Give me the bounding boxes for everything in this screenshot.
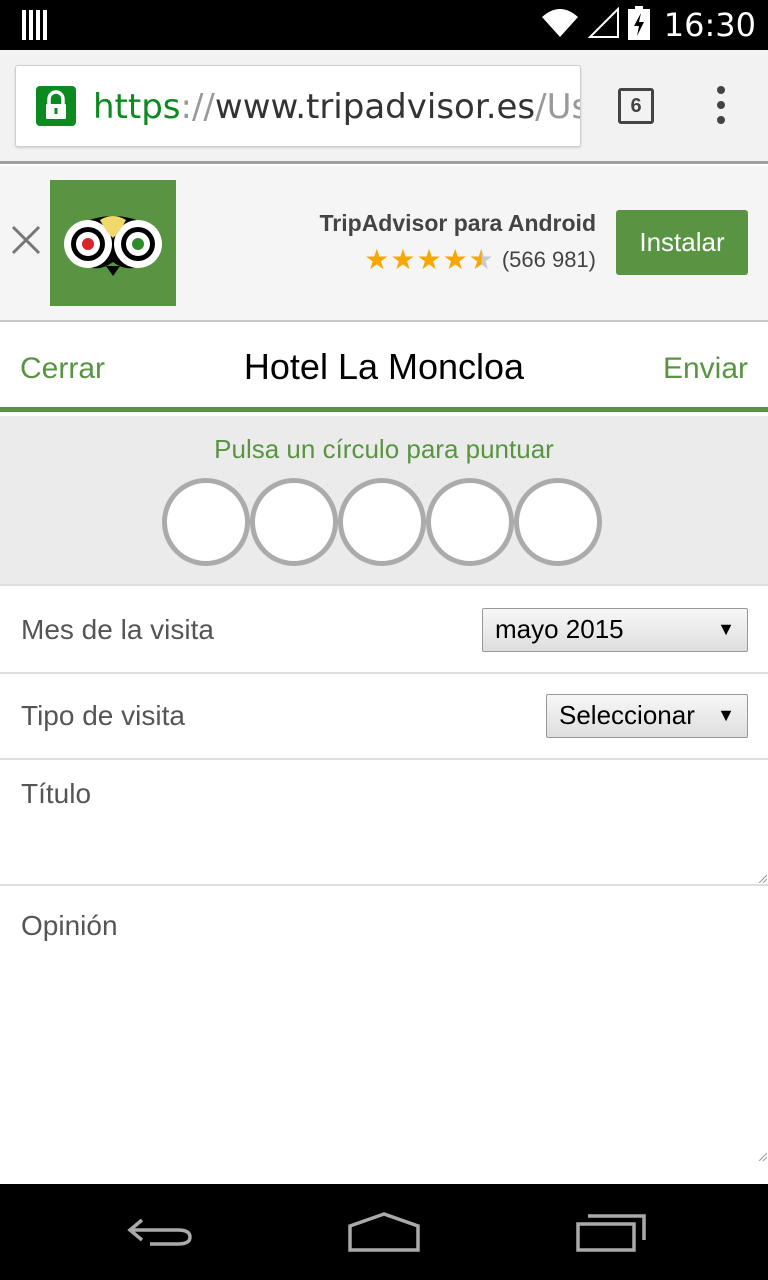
resize-handle-icon[interactable] (757, 873, 767, 883)
review-title-placeholder: Título (21, 778, 92, 809)
rating-bubble-1[interactable] (162, 478, 250, 566)
visit-type-value: Seleccionar (559, 700, 695, 730)
star-icon: ★ (416, 244, 442, 275)
app-install-banner: TripAdvisor para Android ★ ★ ★ ★ ★ (566 … (0, 166, 768, 322)
install-button[interactable]: Instalar (616, 210, 748, 275)
rating-bubble-5[interactable] (514, 478, 602, 566)
lock-icon (36, 86, 76, 126)
clock: 16:30 (663, 6, 756, 44)
send-button[interactable]: Enviar (663, 322, 748, 412)
review-body-placeholder: Opinión (21, 910, 118, 941)
url-text: https://www.tripadvisor.es/Use (93, 66, 580, 146)
overflow-menu-icon[interactable] (714, 86, 728, 128)
wifi-icon (540, 7, 580, 44)
star-icon: ★ (364, 244, 390, 275)
back-icon[interactable] (120, 1204, 200, 1260)
visit-month-value: mayo 2015 (495, 614, 624, 644)
home-icon[interactable] (344, 1204, 424, 1260)
url-scheme: https (93, 87, 181, 127)
visit-month-select[interactable]: mayo 2015 ▼ (482, 608, 748, 652)
page-title: Hotel La Moncloa (243, 346, 525, 387)
app-name: TripAdvisor para Android (319, 210, 596, 236)
visit-type-row: Tipo de visita Seleccionar ▼ (0, 674, 768, 760)
rating-bubbles (162, 478, 602, 566)
rating-bubble-2[interactable] (250, 478, 338, 566)
review-title-field[interactable]: Título (0, 760, 768, 886)
rating-count: (566 981) (501, 247, 596, 272)
rating-stars: ★ ★ ★ ★ ★ (364, 246, 494, 274)
url-host: www.tripadvisor.es (214, 87, 536, 127)
url-bar[interactable]: https://www.tripadvisor.es/Use (15, 65, 581, 147)
star-icon: ★ (442, 244, 468, 275)
recent-apps-icon[interactable] (570, 1204, 650, 1260)
visit-type-select[interactable]: Seleccionar ▼ (546, 694, 748, 738)
rating-section: Pulsa un círculo para puntuar (0, 416, 768, 586)
rating-bubble-3[interactable] (338, 478, 426, 566)
visit-type-label: Tipo de visita (21, 700, 185, 731)
review-header: Hotel La Moncloa Cerrar Enviar (0, 322, 768, 412)
url-separator: :// (180, 87, 215, 127)
dropdown-arrow-icon: ▼ (717, 705, 735, 725)
half-star-icon: ★ (468, 244, 494, 275)
url-path: /Use (535, 87, 580, 127)
close-button[interactable]: Cerrar (20, 322, 105, 412)
dropdown-arrow-icon: ▼ (717, 619, 735, 639)
close-icon[interactable] (10, 224, 42, 256)
battery-charging-icon (627, 5, 650, 45)
browser-toolbar: https://www.tripadvisor.es/Use 6 (0, 50, 768, 164)
navigation-bar (0, 1184, 768, 1280)
rating-bubble-4[interactable] (426, 478, 514, 566)
visit-month-row: Mes de la visita mayo 2015 ▼ (0, 588, 768, 674)
review-body-field[interactable]: Opinión (0, 886, 768, 1162)
rating-prompt: Pulsa un círculo para puntuar (214, 434, 554, 464)
tripadvisor-owl-logo (50, 180, 176, 306)
status-bar: 16:30 (0, 0, 768, 50)
app-rating: ★ ★ ★ ★ ★ (566 981) (364, 246, 596, 274)
star-icon: ★ (390, 244, 416, 275)
visit-month-label: Mes de la visita (21, 614, 214, 645)
tab-switcher-button[interactable]: 6 (618, 88, 654, 124)
resize-handle-icon[interactable] (757, 1151, 767, 1161)
notification-barcode-icon (22, 10, 48, 45)
signal-icon (587, 6, 620, 44)
